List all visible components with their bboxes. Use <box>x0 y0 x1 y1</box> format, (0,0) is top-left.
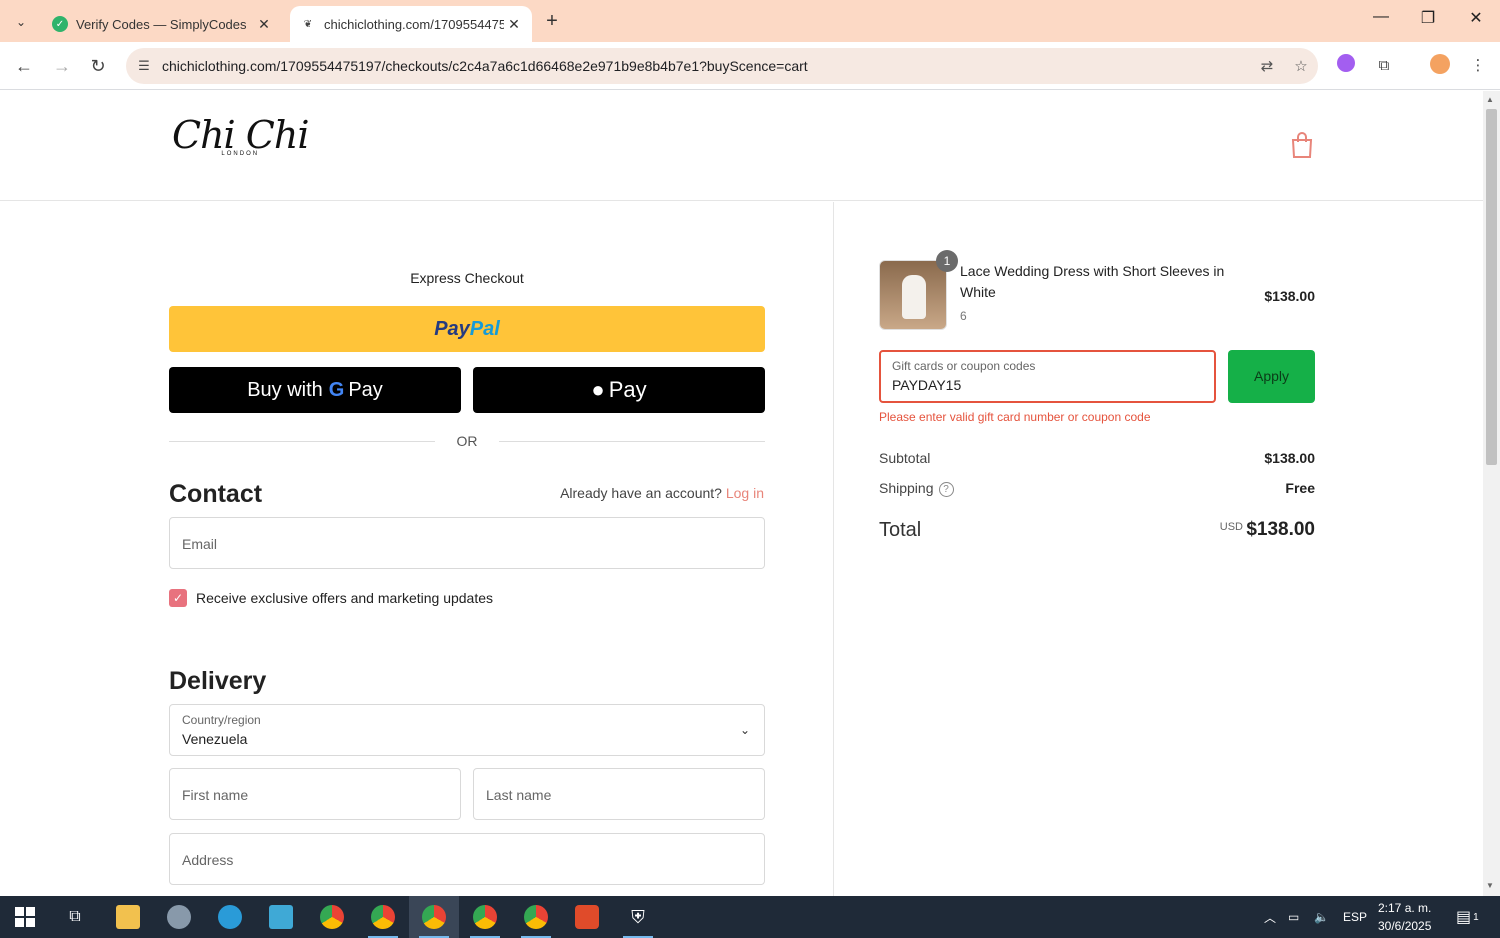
edge-browser-icon[interactable] <box>205 896 255 938</box>
product-variant: 6 <box>960 309 967 323</box>
tab-title: chichiclothing.com/1709554475 <box>324 16 504 32</box>
notifications-icon[interactable]: ▤ 1 <box>1456 896 1479 938</box>
scrollbar-thumb[interactable] <box>1486 109 1497 465</box>
google-pay-button[interactable]: Buy with G Pay <box>169 367 461 413</box>
site-header: Chi Chi LONDON <box>0 91 1483 201</box>
new-tab-button[interactable]: + <box>540 10 564 33</box>
tab-title: Verify Codes — SimplyCodes <box>76 16 247 32</box>
translate-icon[interactable]: ⇄ <box>1250 57 1284 75</box>
minimize-icon[interactable]: — <box>1366 8 1396 26</box>
task-view-icon[interactable]: ⧉ <box>50 896 100 938</box>
total-row: Total USD $138.00 <box>879 519 1315 541</box>
apple-pay-button[interactable]: ● Pay <box>473 367 765 413</box>
extension-icon[interactable] <box>1334 54 1358 78</box>
back-icon[interactable]: ← <box>12 54 36 78</box>
tab-simplycodes[interactable]: ✓ Verify Codes — SimplyCodes ✕ <box>42 6 282 42</box>
chrome-profile-icon[interactable] <box>511 896 561 938</box>
login-link[interactable]: Log in <box>726 485 764 501</box>
windows-taskbar: ⧉ ⛨ ︿ ▭ 🔈 ESP 2:17 a. m. 30/6/2025 ▤ 1 <box>0 896 1500 938</box>
clock[interactable]: 2:17 a. m. 30/6/2025 <box>1378 899 1431 935</box>
windows-start-icon[interactable] <box>0 896 50 938</box>
chrome-profile-active-icon[interactable] <box>409 896 459 938</box>
scroll-down-icon[interactable]: ▼ <box>1486 881 1494 890</box>
shopping-bag-icon[interactable] <box>1290 131 1314 159</box>
url-text[interactable]: chichiclothing.com/1709554475197/checkou… <box>162 58 1250 74</box>
chichi-logo[interactable]: Chi Chi LONDON <box>172 115 309 157</box>
or-divider: OR <box>169 432 765 452</box>
close-window-icon[interactable]: ✕ <box>1461 8 1491 28</box>
checkout-form: Express Checkout Pay Pal Buy with G Pay ●… <box>0 202 834 896</box>
language-indicator[interactable]: ESP <box>1343 896 1367 938</box>
close-tab-icon[interactable]: ✕ <box>254 16 274 33</box>
product-name: Lace Wedding Dress with Short Sleeves in… <box>960 263 1225 300</box>
tray-chevron-up-icon[interactable]: ︿ <box>1264 896 1276 938</box>
marketing-checkbox[interactable]: ✓ <box>169 589 187 607</box>
volume-icon[interactable]: 🔈 <box>1314 896 1329 938</box>
apply-coupon-button[interactable]: Apply <box>1228 350 1315 403</box>
profile-avatar-icon[interactable] <box>1428 54 1452 78</box>
chichi-favicon-icon: ❦ <box>303 18 313 30</box>
country-select[interactable]: Country/region Venezuela ⌄ <box>169 704 765 756</box>
product-thumbnail <box>879 260 947 330</box>
subtotal-row: Subtotal $138.00 <box>879 450 1315 466</box>
email-field[interactable]: Email <box>169 517 765 569</box>
forward-icon[interactable]: → <box>50 54 74 78</box>
product-price: $138.00 <box>1264 288 1315 304</box>
page-scrollbar[interactable]: ▲ ▼ <box>1483 91 1500 896</box>
coupon-error-message: Please enter valid gift card number or c… <box>879 410 1151 424</box>
close-tab-icon[interactable]: ✕ <box>504 16 524 33</box>
file-explorer-icon[interactable] <box>103 896 153 938</box>
tab-search-button[interactable]: ⌄ <box>8 9 34 35</box>
address-bar[interactable]: ☰ chichiclothing.com/1709554475197/check… <box>126 48 1318 84</box>
chrome-profile-icon[interactable] <box>358 896 408 938</box>
first-name-field[interactable]: First name <box>169 768 461 820</box>
scroll-up-icon[interactable]: ▲ <box>1486 95 1494 104</box>
app-globe-icon[interactable] <box>154 896 204 938</box>
app-x-icon[interactable] <box>256 896 306 938</box>
contact-heading: Contact <box>169 480 263 508</box>
app-red-icon[interactable] <box>562 896 612 938</box>
address-field[interactable]: Address <box>169 833 765 885</box>
chrome-profile-icon[interactable] <box>460 896 510 938</box>
site-info-icon[interactable]: ☰ <box>126 58 162 74</box>
bookmark-star-icon[interactable]: ☆ <box>1284 57 1318 75</box>
apple-icon: ● <box>591 377 605 402</box>
marketing-checkbox-label: Receive exclusive offers and marketing u… <box>196 590 494 606</box>
restore-icon[interactable]: ❐ <box>1413 8 1443 28</box>
coupon-input[interactable]: Gift cards or coupon codes PAYDAY15 <box>879 350 1216 403</box>
shipping-row: Shipping? Free <box>879 480 1315 497</box>
extensions-puzzle-icon[interactable]: ⧉ <box>1372 54 1396 78</box>
checkout-page: Chi Chi LONDON Express Checkout Pay Pal B… <box>0 91 1483 896</box>
menu-kebab-icon[interactable]: ⋮ <box>1466 54 1490 78</box>
google-g-icon: G <box>328 378 345 401</box>
help-icon[interactable]: ? <box>938 481 954 497</box>
delivery-heading: Delivery <box>169 667 267 695</box>
reload-icon[interactable]: ↻ <box>86 54 110 78</box>
paypal-button[interactable]: Pay Pal <box>169 306 765 352</box>
express-checkout-title: Express Checkout <box>410 270 524 286</box>
security-shield-icon[interactable]: ⛨ <box>613 896 663 938</box>
simplycodes-favicon-icon: ✓ <box>52 16 68 32</box>
tab-chichi[interactable]: ❦ chichiclothing.com/1709554475 ✕ <box>290 6 532 42</box>
quantity-badge: 1 <box>936 250 958 272</box>
chevron-down-icon: ⌄ <box>739 723 750 737</box>
order-summary: 1 Lace Wedding Dress with Short Sleeves … <box>835 202 1483 896</box>
last-name-field[interactable]: Last name <box>473 768 765 820</box>
browser-tab-bar: ⌄ ✓ Verify Codes — SimplyCodes ✕ ❦ chich… <box>0 0 1500 42</box>
account-prompt: Already have an account? Log in <box>560 485 764 501</box>
browser-toolbar: ← → ↻ ☰ chichiclothing.com/1709554475197… <box>0 42 1500 90</box>
network-icon[interactable]: ▭ <box>1288 896 1299 938</box>
chrome-icon[interactable] <box>307 896 357 938</box>
